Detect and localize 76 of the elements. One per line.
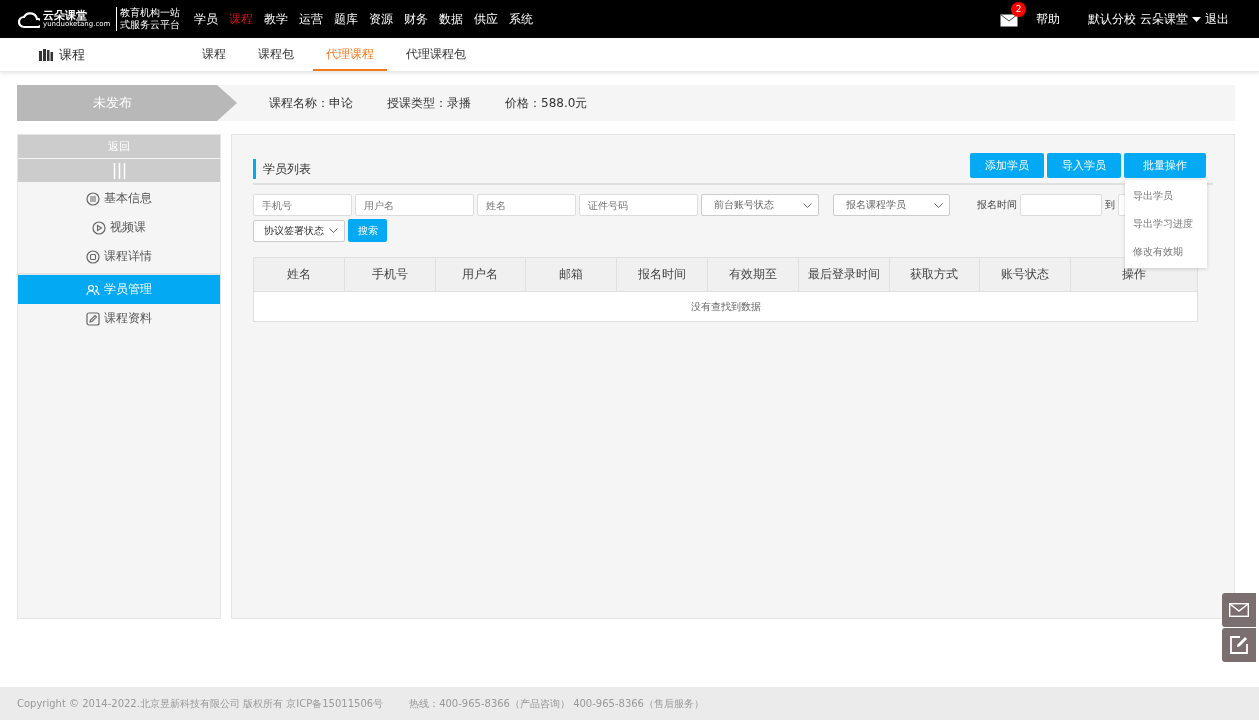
users-icon: [86, 282, 100, 297]
column-header: 邮箱: [525, 257, 617, 292]
column-header: 有效期至: [707, 257, 799, 292]
column-header: 账号状态: [979, 257, 1071, 292]
nav-menu-item[interactable]: 学员: [192, 10, 221, 28]
chevron-down-icon: [803, 202, 812, 208]
column-header: 报名时间: [616, 257, 708, 292]
user-name[interactable]: 云朵课堂: [1140, 10, 1188, 28]
help-link[interactable]: 帮助: [1036, 10, 1060, 28]
nav-menu-item[interactable]: 财务: [402, 10, 431, 28]
select-value: 前台账号状态: [714, 198, 774, 212]
select-value: 协议签署状态: [264, 223, 324, 238]
copyright-text: Copyright © 2014-2022.北京昱新科技有限公司 版权所有 京ICP备15011506号: [17, 696, 384, 711]
date-field[interactable]: [1020, 194, 1102, 216]
notification-badge: 2: [1011, 2, 1026, 17]
input-field[interactable]: 用户名: [355, 194, 474, 216]
nav-menu-item[interactable]: 系统: [507, 10, 536, 28]
logo-slogan: 教育机构一站: [120, 7, 181, 19]
edit-float-button[interactable]: [1222, 628, 1256, 662]
sub-nav-tab[interactable]: 代理课程包: [393, 38, 479, 71]
sidebar-menu-item[interactable]: 课程详情: [18, 242, 220, 271]
cloud-logo-icon: [18, 9, 40, 29]
envelope-icon: [1000, 14, 1018, 27]
pencil-square-icon: [86, 311, 100, 326]
chevron-down-icon: [329, 228, 338, 233]
books-icon: [39, 48, 53, 61]
empty-table-message: 没有查找到数据: [253, 291, 1198, 322]
column-header: 用户名: [435, 257, 526, 292]
sidebar-menu-item[interactable]: 课程资料: [18, 304, 220, 333]
select-field[interactable]: 前台账号状态: [701, 194, 819, 216]
course-info-text: 授课类型：录播: [387, 94, 471, 112]
course-info-text: 价格：588.0元: [505, 94, 588, 112]
column-header: 获取方式: [889, 257, 980, 292]
logo-name: 云朵课堂: [43, 10, 87, 21]
status-banner: 未发布: [17, 85, 237, 121]
nav-menu-item[interactable]: 教学: [262, 10, 291, 28]
nav-menu-item[interactable]: 题库: [332, 10, 361, 28]
select-field[interactable]: 协议签署状态: [253, 219, 345, 242]
list-circle-icon: [86, 191, 100, 206]
nav-menu-item[interactable]: 数据: [437, 10, 466, 28]
collapse-toggle[interactable]: [18, 159, 220, 182]
column-header: 最后登录时间: [798, 257, 890, 292]
dropdown-item[interactable]: 导出学员: [1125, 182, 1207, 210]
square-circle-icon: [86, 249, 100, 264]
nav-menu-item[interactable]: 资源: [367, 10, 396, 28]
input-field[interactable]: 手机号: [253, 194, 352, 216]
input-field[interactable]: 姓名: [477, 194, 576, 216]
range-separator: 到: [1105, 198, 1115, 212]
sidebar-menu-item[interactable]: 基本信息: [18, 184, 220, 213]
chevron-down-icon: [934, 202, 943, 208]
select-value: 报名课程学员: [846, 198, 906, 212]
sub-nav-tab[interactable]: 课程: [189, 38, 239, 71]
select-field[interactable]: 报名课程学员: [833, 194, 950, 216]
logout-link[interactable]: 退出: [1205, 10, 1229, 28]
sidebar-menu-item[interactable]: 视频课: [18, 213, 220, 242]
sub-nav-tab[interactable]: 课程包: [245, 38, 307, 71]
caret-down-icon: [1192, 16, 1201, 22]
edit-icon: [1229, 635, 1249, 655]
dropdown-item[interactable]: 导出学习进度: [1125, 210, 1207, 238]
envelope-icon: [1229, 603, 1249, 617]
column-header: 姓名: [253, 257, 345, 292]
course-info-text: 课程名称：申论: [269, 94, 353, 112]
section-title: 课程: [59, 45, 85, 64]
play-circle-icon: [92, 220, 106, 235]
input-field[interactable]: 证件号码: [579, 194, 698, 216]
nav-menu-item[interactable]: 课程: [227, 10, 256, 28]
hotline-text: 热线：400-965-8366（产品咨询） 400-965-8366（售后服务）: [409, 696, 704, 711]
column-header: 手机号: [344, 257, 436, 292]
message-float-button[interactable]: [1222, 593, 1256, 627]
nav-menu-item[interactable]: 供应: [472, 10, 501, 28]
panel-title: 学员列表: [253, 159, 311, 179]
vertical-bars-icon: [112, 162, 126, 179]
logo-slogan: 式服务云平台: [120, 19, 181, 31]
nav-menu-item[interactable]: 运营: [297, 10, 326, 28]
field-label: 报名时间: [977, 198, 1017, 212]
school-name[interactable]: 默认分校: [1088, 10, 1136, 28]
